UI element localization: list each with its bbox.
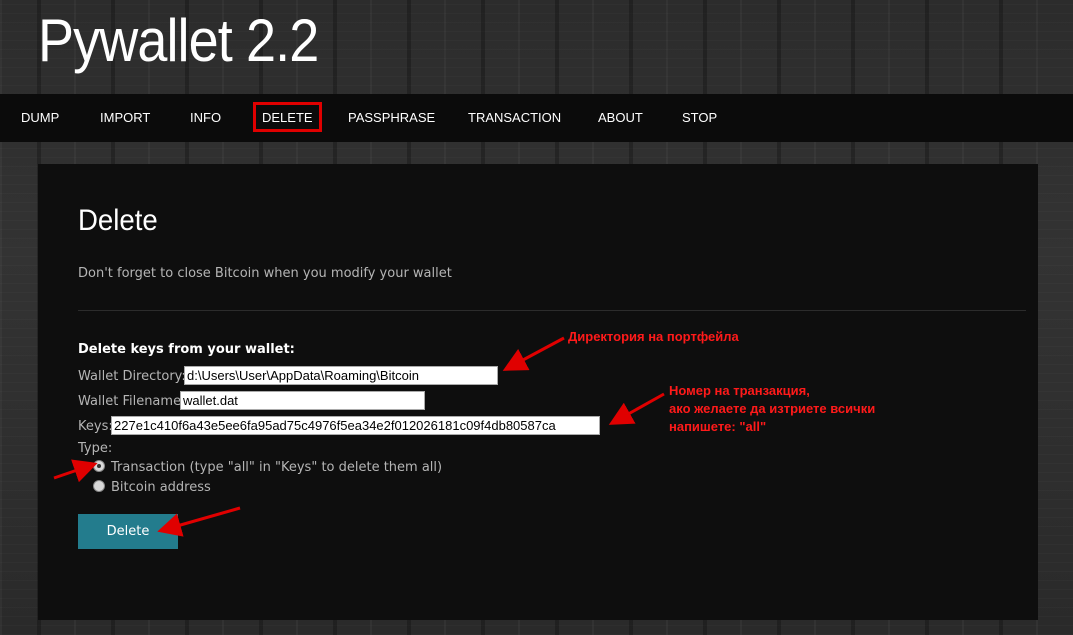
nav-dump[interactable]: DUMP — [21, 94, 59, 142]
wallet-directory-label: Wallet Directory: — [78, 369, 186, 384]
nav-passphrase[interactable]: PASSPHRASE — [348, 94, 435, 142]
wallet-filename-label: Wallet Filename: — [78, 394, 186, 409]
wallet-filename-input[interactable] — [180, 391, 425, 410]
annotation-keys-line3: напишете: "all" — [669, 419, 767, 434]
delete-panel: Delete Don't forget to close Bitcoin whe… — [38, 164, 1038, 620]
type-option-transaction[interactable]: Transaction (type "all" in "Keys" to del… — [93, 460, 442, 475]
radio-transaction[interactable] — [93, 460, 105, 472]
annotation-directory: Директория на портфейла — [568, 329, 739, 344]
main-navbar: DUMP IMPORT INFO DELETE PASSPHRASE TRANS… — [0, 94, 1073, 142]
keys-label: Keys: — [78, 419, 113, 434]
nav-delete[interactable]: DELETE — [253, 94, 322, 142]
type-option-bitcoin-address[interactable]: Bitcoin address — [93, 480, 211, 495]
type-label: Type: — [78, 441, 113, 456]
annotation-keys-line2: ако желаете да изтриете всички — [669, 401, 876, 416]
section-divider — [78, 310, 1026, 311]
nav-about[interactable]: ABOUT — [598, 94, 643, 142]
radio-transaction-label: Transaction (type "all" in "Keys" to del… — [111, 460, 443, 475]
nav-import[interactable]: IMPORT — [100, 94, 150, 142]
radio-bitcoin-address-label: Bitcoin address — [111, 480, 211, 495]
app-title: Pywallet 2.2 — [38, 7, 319, 74]
nav-stop[interactable]: STOP — [682, 94, 717, 142]
keys-input[interactable] — [111, 416, 600, 435]
page-title: Delete — [78, 204, 158, 237]
nav-info[interactable]: INFO — [190, 94, 221, 142]
form-section-title: Delete keys from your wallet: — [78, 342, 295, 357]
annotation-keys-line1: Номер на транзакция, — [669, 383, 810, 398]
nav-transaction[interactable]: TRANSACTION — [468, 94, 561, 142]
delete-button[interactable]: Delete — [78, 514, 178, 549]
radio-bitcoin-address[interactable] — [93, 480, 105, 492]
close-bitcoin-warning: Don't forget to close Bitcoin when you m… — [78, 266, 452, 281]
wallet-directory-input[interactable] — [184, 366, 498, 385]
